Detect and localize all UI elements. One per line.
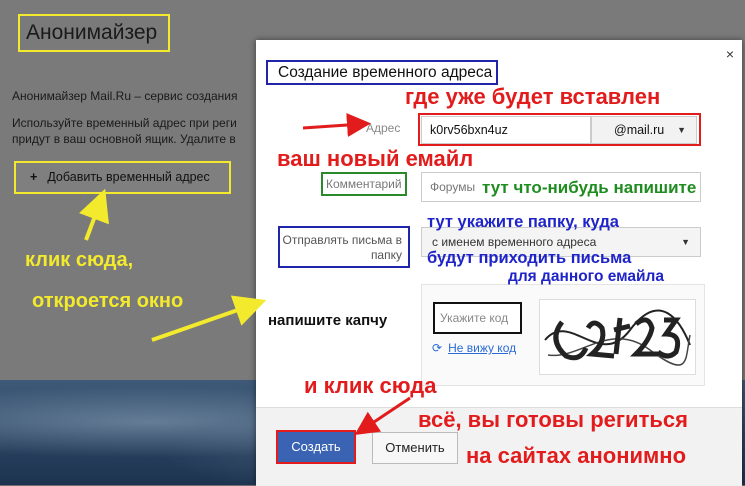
chevron-down-icon: ▼ bbox=[681, 237, 690, 247]
captcha-refresh-link[interactable]: Не вижу код bbox=[448, 341, 516, 355]
description-line: придут в ваш основной ящик. Удалите в bbox=[12, 132, 236, 146]
address-label: Адрес bbox=[366, 121, 401, 135]
plus-icon: + bbox=[30, 170, 38, 184]
close-icon[interactable]: × bbox=[726, 46, 734, 62]
annotation-write-something: тут что-нибудь напишите bbox=[482, 178, 697, 197]
add-temporary-address-button[interactable]: + Добавить временный адрес bbox=[14, 161, 231, 194]
captcha-image bbox=[539, 299, 696, 375]
annotation-ready-1: всё, вы готовы региться bbox=[418, 407, 688, 432]
annotation-inserted: где уже будет вставлен bbox=[405, 84, 661, 109]
create-button[interactable]: Создать bbox=[276, 430, 356, 464]
page-description: Анонимайзер Mail.Ru – сервис создания Ис… bbox=[12, 88, 257, 158]
annotation-folder-1: тут укажите папку, куда bbox=[427, 213, 619, 231]
captcha-refresh[interactable]: ⟳ Не вижу код bbox=[432, 341, 516, 355]
annotation-new-email: ваш новый емайл bbox=[277, 146, 474, 171]
description-line: Анонимайзер Mail.Ru – сервис создания bbox=[12, 89, 238, 103]
annotation-write-captcha: напишите капчу bbox=[268, 312, 388, 329]
refresh-icon: ⟳ bbox=[432, 341, 443, 355]
address-highlight-box bbox=[418, 113, 701, 146]
description-line: Используйте временный адрес при реги bbox=[12, 116, 237, 130]
page-title: Анонимайзер bbox=[18, 14, 170, 52]
comment-label: Комментарий bbox=[321, 172, 407, 196]
annotation-click-here: клик сюда, bbox=[25, 249, 134, 271]
annotation-window-opens: откроется окно bbox=[32, 290, 184, 312]
folder-label: Отправлять письма в папку bbox=[278, 226, 410, 268]
captcha-input[interactable]: Укажите код bbox=[433, 302, 522, 334]
annotation-folder-2: будут приходить письма bbox=[427, 249, 632, 267]
cancel-button[interactable]: Отменить bbox=[372, 432, 458, 464]
dialog-title: Создание временного адреса bbox=[266, 60, 499, 85]
annotation-ready-2: на сайтах анонимно bbox=[466, 443, 687, 468]
annotation-folder-3: для данного емайла bbox=[508, 268, 665, 285]
add-button-label: Добавить временный адрес bbox=[47, 170, 210, 184]
annotation-click-here-2: и клик сюда bbox=[304, 373, 437, 398]
folder-value: с именем временного адреса bbox=[432, 235, 597, 249]
